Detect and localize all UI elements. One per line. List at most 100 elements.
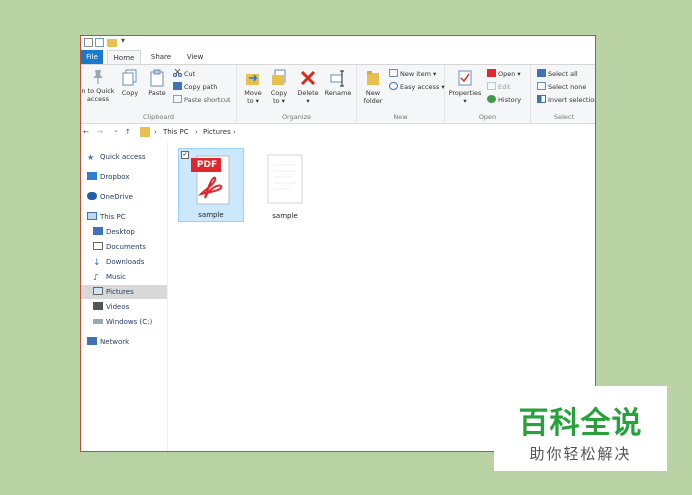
- open-group: Properties ▾ Open ▾ Edit History Open: [445, 65, 531, 123]
- move-to-button[interactable]: Move to ▾: [241, 69, 265, 105]
- folder-path-icon: [140, 127, 150, 137]
- tab-home[interactable]: Home: [107, 50, 141, 64]
- move-to-icon: [246, 74, 259, 85]
- nav-onedrive[interactable]: OneDrive: [87, 190, 133, 204]
- select-none-button[interactable]: Select none: [537, 82, 586, 92]
- delete-x-icon: [300, 70, 316, 86]
- edit-button[interactable]: Edit: [487, 82, 511, 92]
- rename-button[interactable]: Rename: [323, 69, 353, 97]
- nav-videos[interactable]: Videos: [93, 300, 129, 314]
- select-none-icon: [537, 82, 546, 90]
- paste-shortcut-icon: [173, 95, 182, 103]
- back-arrow-icon[interactable]: ←: [83, 128, 89, 136]
- videos-icon: [93, 302, 103, 310]
- paste-icon: [150, 69, 164, 87]
- paste-button[interactable]: Paste: [145, 69, 169, 97]
- network-icon: [87, 337, 97, 345]
- select-group: Select all Select none Invert selection …: [531, 65, 595, 123]
- watermark-subtitle: 助你轻松解决: [529, 445, 632, 463]
- file-name: sample: [198, 211, 224, 219]
- new-folder-icon: [367, 71, 379, 85]
- invert-selection-button[interactable]: Invert selection: [537, 95, 595, 105]
- copy-button[interactable]: Copy: [119, 69, 141, 97]
- breadcrumb-pictures[interactable]: Pictures: [203, 128, 231, 136]
- cloud-icon: [87, 192, 97, 200]
- tab-file[interactable]: File: [81, 50, 103, 64]
- breadcrumb-this-pc[interactable]: This PC: [163, 128, 189, 136]
- tab-share[interactable]: Share: [147, 50, 175, 64]
- copy-to-button[interactable]: Copy to ▾: [267, 69, 291, 105]
- new-group-label: New: [393, 113, 408, 121]
- nav-this-pc[interactable]: This PC: [87, 210, 126, 224]
- pdf-badge: PDF: [196, 160, 218, 170]
- new-folder-button[interactable]: New folder: [359, 69, 387, 105]
- pictures-icon: [93, 287, 103, 295]
- breadcrumb-sep-2[interactable]: ›: [195, 128, 198, 136]
- nav-dropbox[interactable]: Dropbox: [87, 170, 130, 184]
- edit-icon: [487, 82, 496, 90]
- open-pdf-icon: [487, 69, 496, 77]
- properties-button[interactable]: Properties ▾: [447, 69, 483, 105]
- new-item-icon: [389, 69, 398, 77]
- open-button[interactable]: Open ▾: [487, 69, 521, 79]
- documents-icon: [93, 242, 103, 250]
- easy-access-button[interactable]: Easy access ▾: [389, 82, 445, 92]
- watermark-title: 百科全说: [518, 406, 643, 441]
- dropbox-icon: [87, 172, 97, 180]
- star-icon: ★: [87, 153, 95, 162]
- nav-pictures[interactable]: Pictures: [81, 285, 167, 299]
- select-group-label: Select: [553, 113, 575, 121]
- drive-icon: [93, 319, 103, 324]
- qat-customize-icon[interactable]: ▾: [121, 36, 125, 45]
- selection-checkbox-icon[interactable]: ✓: [181, 151, 189, 159]
- copy-path-button[interactable]: Copy path: [173, 82, 217, 92]
- pin-icon: [93, 70, 103, 84]
- copy-icon: [122, 69, 137, 86]
- navigation-pane: ★ Quick access Dropbox OneDrive This PC D…: [81, 142, 168, 451]
- rename-icon: [330, 70, 344, 87]
- address-bar: ← → ⌄ ↑ › This PC › Pictures ›: [81, 124, 595, 143]
- nav-quick-access[interactable]: ★ Quick access: [87, 150, 146, 164]
- forward-arrow-icon[interactable]: →: [97, 128, 103, 136]
- easy-access-icon: [389, 82, 398, 90]
- download-arrow-icon: ↓: [93, 258, 101, 268]
- recent-locations-icon[interactable]: ⌄: [113, 126, 119, 134]
- music-note-icon: ♪: [93, 273, 99, 283]
- open-group-label: Open: [478, 113, 497, 121]
- new-item-button[interactable]: New item ▾: [389, 69, 436, 79]
- nav-desktop[interactable]: Desktop: [93, 225, 135, 239]
- title-bar: ▾: [81, 36, 595, 50]
- paste-shortcut-button[interactable]: Paste shortcut: [173, 95, 231, 105]
- history-icon: [487, 95, 496, 103]
- qat-checkbox-icon[interactable]: [95, 38, 104, 47]
- clipboard-group: n to Quick access Copy Paste Cut Copy pa…: [81, 65, 237, 123]
- delete-button[interactable]: Delete ▾: [295, 69, 321, 105]
- copy-path-icon: [173, 82, 182, 90]
- pin-to-quick-access-button[interactable]: n to Quick access: [81, 69, 115, 103]
- nav-documents[interactable]: Documents: [93, 240, 146, 254]
- breadcrumb-sep-3[interactable]: ›: [233, 128, 236, 136]
- organize-group-label: Organize: [281, 113, 312, 121]
- nav-windows-c[interactable]: Windows (C:): [93, 315, 152, 329]
- ribbon: n to Quick access Copy Paste Cut Copy pa…: [81, 65, 595, 124]
- new-group: New folder New item ▾ Easy access ▾ New: [357, 65, 445, 123]
- copy-to-icon: [272, 69, 286, 85]
- blank-file-icon: [267, 154, 303, 204]
- tab-view[interactable]: View: [181, 50, 209, 64]
- qat-properties-icon[interactable]: [84, 38, 93, 47]
- nav-network[interactable]: Network: [87, 335, 129, 349]
- nav-downloads[interactable]: ↓ Downloads: [93, 255, 144, 269]
- file-item-blank[interactable]: sample: [252, 148, 318, 222]
- cut-button[interactable]: Cut: [173, 68, 195, 79]
- select-all-button[interactable]: Select all: [537, 69, 578, 79]
- history-button[interactable]: History: [487, 95, 521, 105]
- organize-group: Move to ▾ Copy to ▾ Delete ▾ Rename Organiz…: [237, 65, 357, 123]
- properties-check-icon: [458, 70, 472, 86]
- qat-new-folder-icon[interactable]: [107, 39, 117, 47]
- ribbon-tabs: File Home Share View: [81, 50, 595, 65]
- nav-music[interactable]: ♪ Music: [93, 270, 126, 284]
- file-name: sample: [272, 212, 298, 220]
- breadcrumb-sep-1[interactable]: ›: [154, 128, 157, 136]
- file-item-pdf[interactable]: ✓ PDF sample: [178, 148, 244, 222]
- up-arrow-icon[interactable]: ↑: [125, 128, 131, 136]
